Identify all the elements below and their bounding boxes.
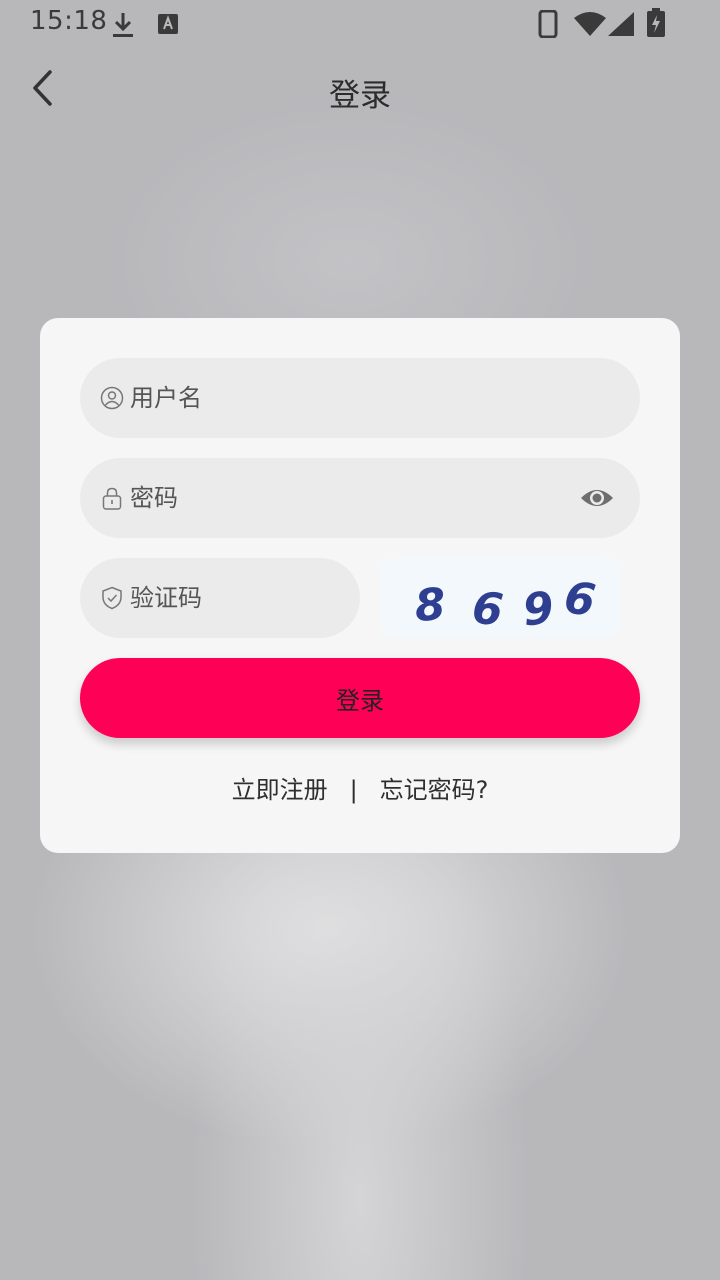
login-button[interactable]: 登录	[80, 658, 640, 738]
status-time: 15:18	[30, 6, 108, 36]
captcha-image[interactable]: 8 6 9 6	[380, 558, 620, 638]
lock-icon	[102, 487, 122, 510]
a11y-keyboard-icon	[158, 14, 178, 34]
password-field-container	[80, 458, 640, 538]
status-bar: 15:18	[0, 0, 720, 48]
username-field-container	[80, 358, 640, 438]
wifi-icon	[574, 12, 606, 36]
shield-icon	[102, 586, 122, 610]
battery-charging-icon	[647, 8, 665, 37]
captcha-digit: 9	[520, 583, 556, 637]
phone-icon	[538, 10, 558, 38]
captcha-input[interactable]	[130, 558, 340, 638]
username-input[interactable]	[130, 358, 610, 438]
user-icon	[100, 386, 124, 410]
forgot-password-link[interactable]: 忘记密码?	[380, 770, 489, 805]
password-input[interactable]	[130, 458, 550, 538]
register-link[interactable]: 立即注册	[232, 770, 328, 805]
captcha-field-container	[80, 558, 360, 638]
captcha-digit: 8	[413, 579, 447, 632]
login-card: 8 6 9 6 登录 立即注册 | 忘记密码?	[40, 318, 680, 853]
download-icon	[113, 13, 133, 37]
page-title: 登录	[329, 78, 391, 114]
captcha-digit: 6	[561, 572, 598, 627]
signal-icon	[608, 12, 634, 36]
footer-links: 立即注册 | 忘记密码?	[40, 770, 680, 805]
captcha-code-svg: 8 6 9 6	[413, 572, 598, 637]
link-separator: |	[349, 776, 358, 804]
eye-icon[interactable]	[580, 484, 614, 512]
captcha-digit: 6	[470, 583, 506, 637]
